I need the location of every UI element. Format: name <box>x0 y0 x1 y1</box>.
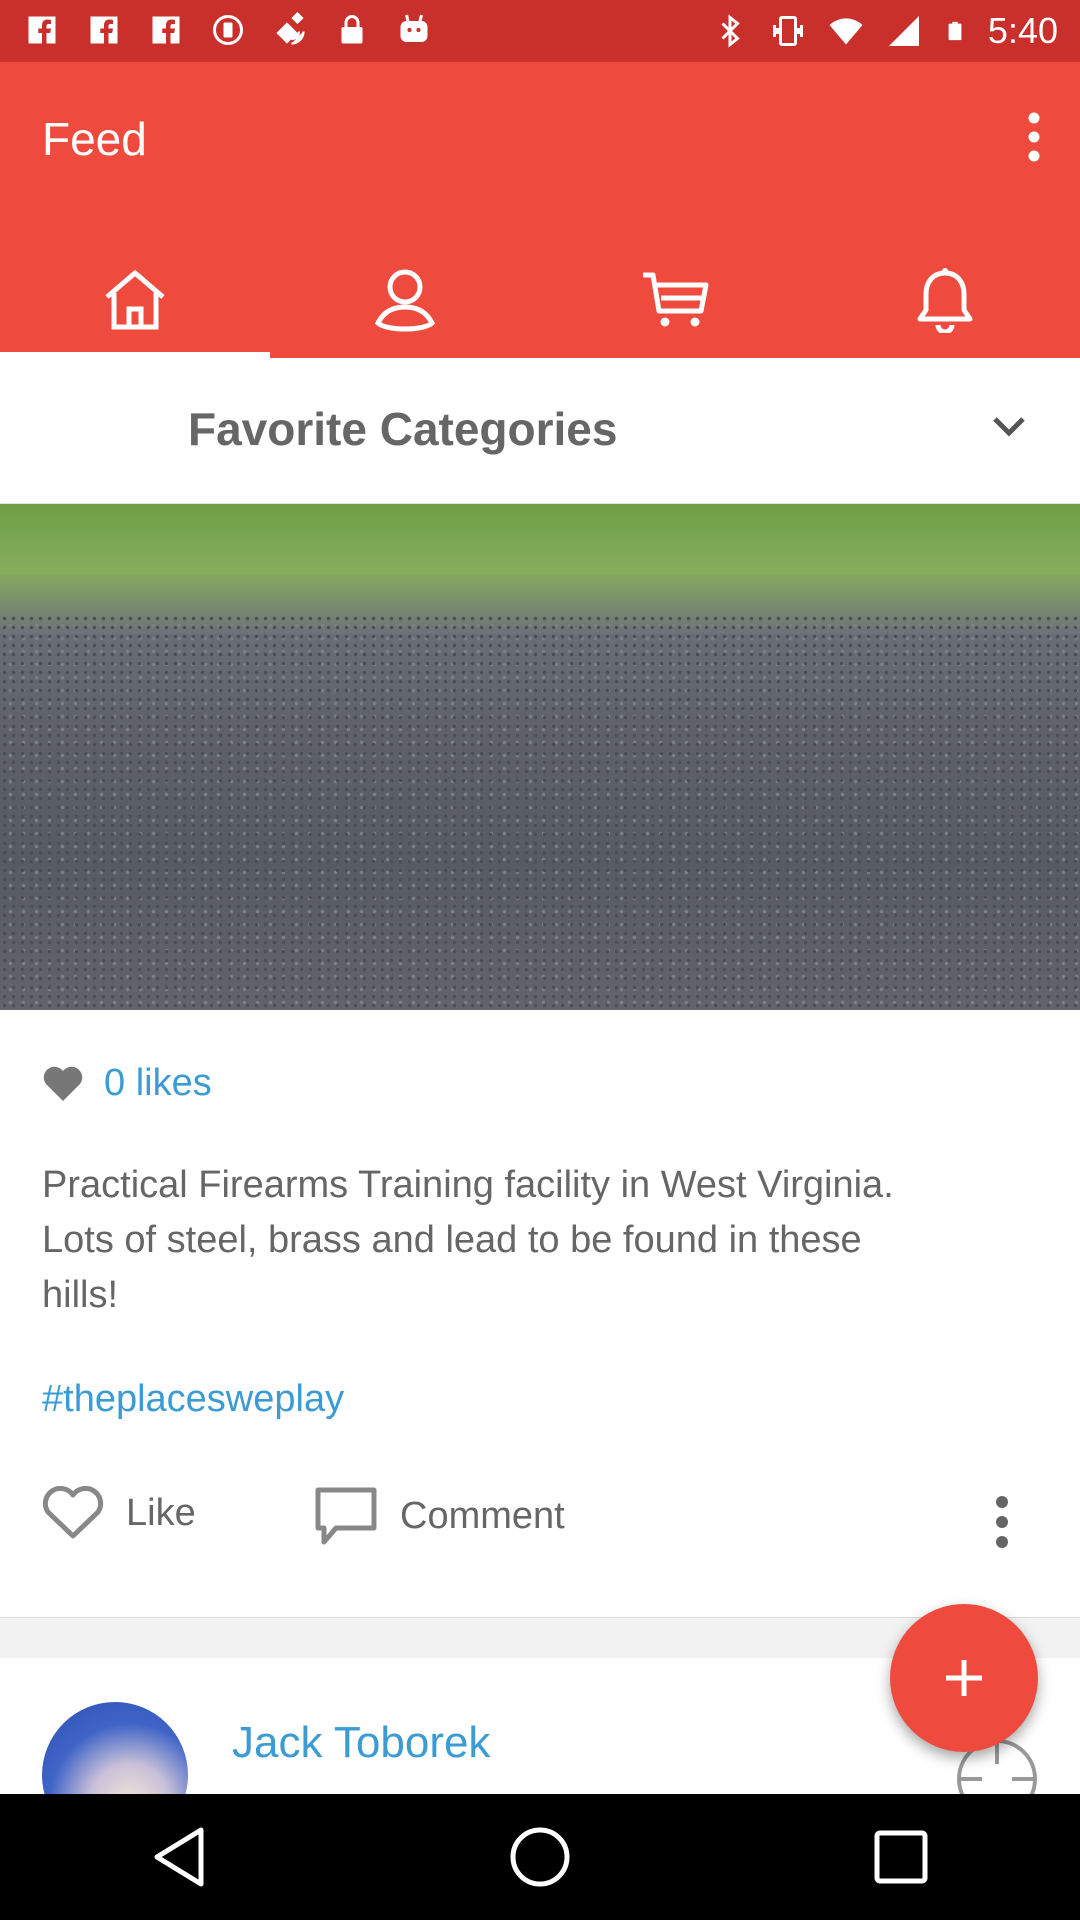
tab-notifications[interactable] <box>810 242 1080 358</box>
add-post-button[interactable] <box>890 1604 1038 1752</box>
category-dropdown[interactable]: Favorite Categories <box>0 358 1080 504</box>
comment-label: Comment <box>400 1494 565 1537</box>
battery-icon <box>948 21 962 41</box>
satellite-icon <box>276 12 305 45</box>
likes-count: 0 likes <box>104 1062 212 1104</box>
more-vert-icon[interactable] <box>992 1494 1012 1550</box>
facebook-icon <box>28 16 56 44</box>
facebook-icon <box>90 16 118 44</box>
plus-icon <box>946 1660 982 1696</box>
app-bar: Feed <box>0 62 1080 358</box>
post-image[interactable] <box>0 504 1080 1010</box>
heart-outline-icon <box>42 1486 104 1539</box>
like-label: Like <box>126 1491 196 1534</box>
photo-gravel <box>0 614 1080 1010</box>
vibrate-icon <box>772 16 803 46</box>
post-hashtag[interactable]: #theplacesweplay <box>42 1378 344 1421</box>
post-card: 0 likes Practical Firearms Training faci… <box>0 1010 1080 1618</box>
post-actions: Like Comment <box>42 1486 1042 1556</box>
recents-icon[interactable] <box>873 1829 929 1885</box>
wifi-icon <box>829 18 863 45</box>
android-icon <box>400 14 428 42</box>
bell-icon <box>917 268 973 333</box>
person-icon <box>374 269 436 332</box>
system-status: 5:40 <box>712 10 1058 52</box>
clock-time: 5:40 <box>987 10 1058 51</box>
facebook-icon <box>152 16 180 44</box>
avatar[interactable] <box>42 1702 188 1794</box>
notification-icons <box>24 12 432 48</box>
signal-icon <box>888 16 919 46</box>
status-bar: 5:40 <box>0 0 1080 62</box>
back-icon[interactable] <box>151 1826 207 1888</box>
like-button[interactable]: Like <box>42 1486 196 1540</box>
likes-summary[interactable]: 0 likes <box>42 1062 212 1105</box>
tab-home[interactable] <box>0 242 270 358</box>
post-text-line: Lots of steel, brass and lead to be foun… <box>42 1219 862 1261</box>
system-nav-bar <box>0 1794 1080 1920</box>
chevron-down-icon <box>993 417 1025 437</box>
post-text-line: hills! <box>42 1274 119 1316</box>
page-title: Feed <box>42 113 147 165</box>
tab-bar <box>0 242 1080 358</box>
comment-button[interactable]: Comment <box>314 1486 565 1546</box>
more-vert-icon[interactable] <box>1012 106 1056 168</box>
home-nav-icon[interactable] <box>509 1826 571 1888</box>
home-icon <box>105 270 165 330</box>
category-label: Favorite Categories <box>188 403 618 455</box>
cart-icon <box>643 272 709 327</box>
photo-grass <box>0 504 1080 574</box>
tab-cart[interactable] <box>540 242 810 358</box>
post-text-line: Practical Firearms Training facility in … <box>42 1164 894 1206</box>
post-text: Practical Firearms Training facility in … <box>42 1158 1042 1323</box>
comment-icon <box>315 1487 377 1545</box>
post-author[interactable]: Jack Toborek <box>232 1718 490 1768</box>
record-icon <box>213 15 243 45</box>
tab-profile[interactable] <box>270 242 540 358</box>
heart-filled-icon <box>43 1066 83 1101</box>
bluetooth-icon <box>721 14 740 48</box>
lock-icon <box>341 15 363 44</box>
